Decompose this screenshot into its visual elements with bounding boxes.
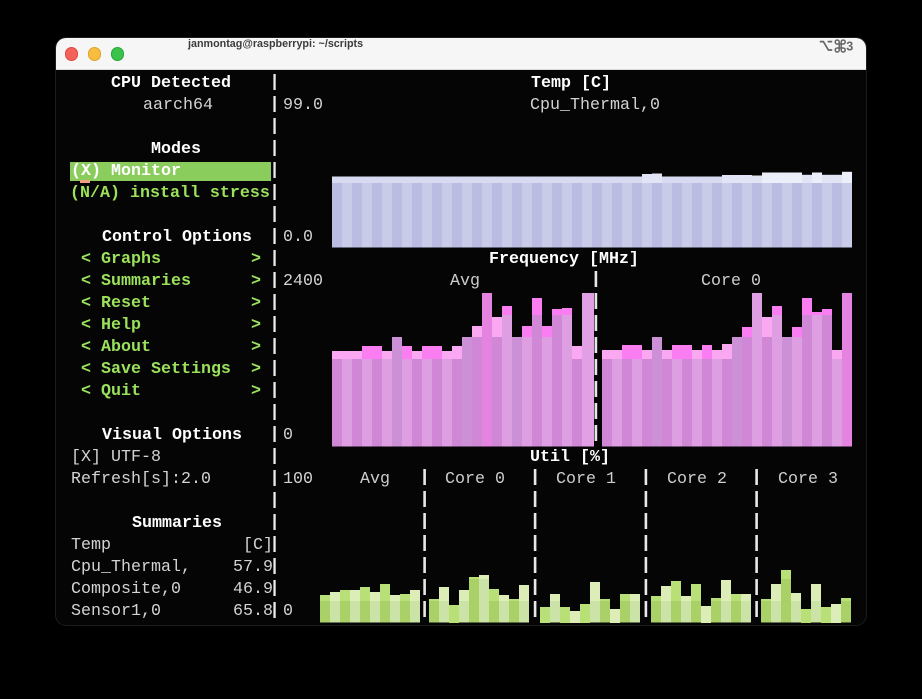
svg-text:3: 3	[846, 40, 853, 54]
